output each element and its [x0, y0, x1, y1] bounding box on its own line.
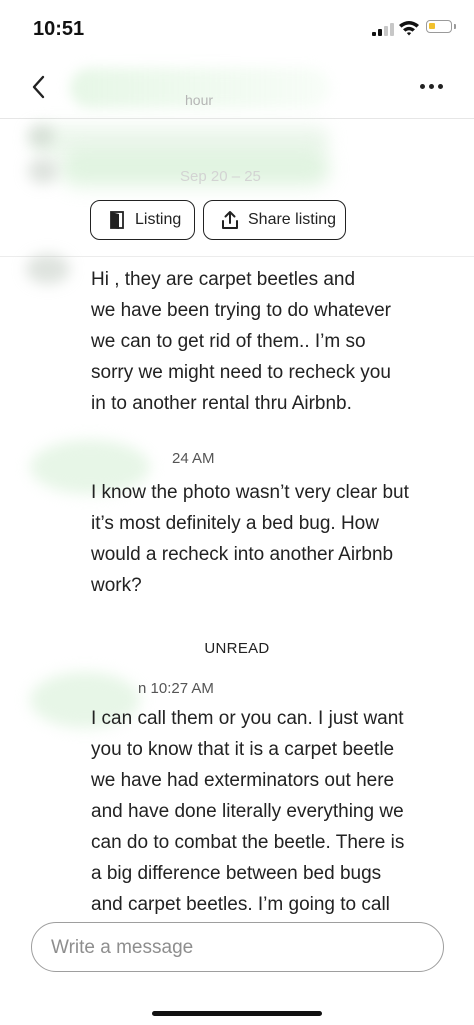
- battery-icon: [426, 20, 456, 33]
- header-subtitle: hour: [185, 92, 214, 108]
- redacted-avatar: [28, 125, 54, 147]
- message-composer[interactable]: [31, 922, 444, 972]
- message-body: I can call them or you can. I just want …: [91, 708, 405, 915]
- message-body: Hi , they are carpet beetles and we have…: [91, 269, 391, 414]
- status-bar: 10:51: [0, 0, 474, 60]
- listing-button[interactable]: Listing: [90, 200, 195, 240]
- wifi-icon: [399, 21, 419, 36]
- home-indicator: [152, 1011, 322, 1016]
- listing-label: Listing: [135, 211, 182, 228]
- share-listing-label: Share listing: [248, 211, 337, 228]
- message-timestamp: 24 AM: [172, 450, 215, 467]
- status-time: 10:51: [33, 18, 85, 40]
- divider: [0, 256, 474, 257]
- message-body: I know the photo wasn’t very clear but i…: [91, 482, 409, 596]
- message-timestamp: n 10:27 AM: [138, 680, 214, 697]
- share-icon: [222, 211, 238, 229]
- unread-separator: UNREAD: [204, 640, 270, 657]
- sender-avatar: [26, 254, 70, 284]
- share-listing-button[interactable]: Share listing: [203, 200, 346, 240]
- back-chevron-icon[interactable]: [28, 74, 52, 100]
- reservation-dates: Sep 20 – 25: [180, 168, 261, 185]
- conversation-header: hour: [0, 60, 474, 119]
- message-input[interactable]: [49, 934, 423, 962]
- more-options-icon[interactable]: [420, 82, 446, 92]
- cellular-signal-icon: [372, 22, 394, 36]
- redacted-avatar: [28, 158, 58, 184]
- door-icon: [110, 211, 124, 229]
